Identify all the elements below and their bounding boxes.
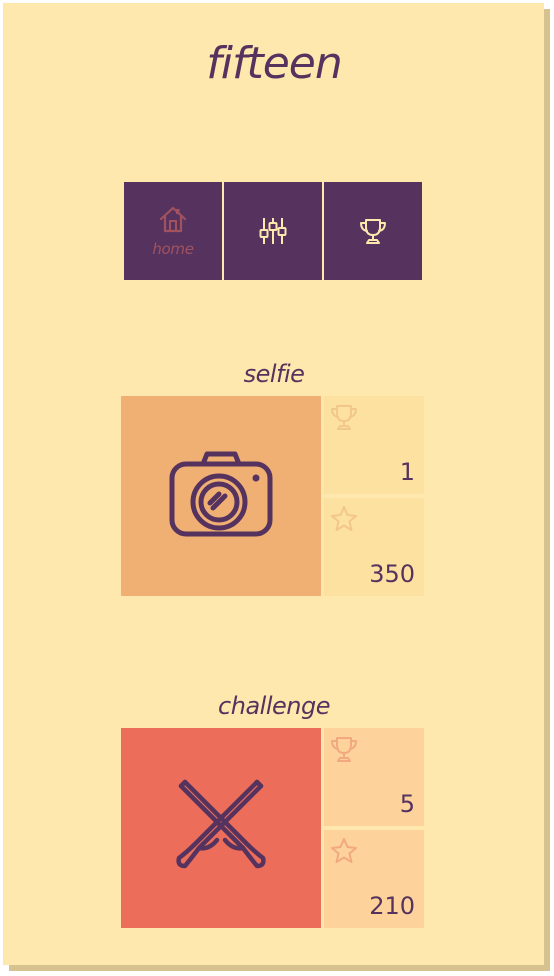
trophy-icon [358,216,388,246]
selfie-trophies-stat: 1 [324,396,424,494]
mode-title-challenge: challenge [218,692,330,720]
star-outline-icon [329,504,359,538]
mode-selfie: 1 350 [121,396,424,596]
nav-settings-button[interactable] [224,182,322,280]
main-nav: home [124,182,423,280]
challenge-trophies-stat: 5 [324,728,424,826]
mode-title-selfie: selfie [243,360,305,388]
challenge-stars-value: 210 [369,892,415,920]
challenge-stars-stat: 210 [324,830,424,928]
camera-icon [169,450,273,542]
mode-challenge: 5 210 [121,728,424,928]
sliders-icon [257,216,289,246]
nav-trophies-button[interactable] [324,182,422,280]
selfie-play-button[interactable] [121,396,321,596]
crossed-swords-icon [173,778,269,878]
selfie-stars-value: 350 [369,560,415,588]
home-icon [158,204,188,234]
trophy-outline-icon [329,402,359,436]
app-window: fifteen home selfie 1 350 challenge 5 21… [0,0,554,976]
selfie-stars-stat: 350 [324,498,424,596]
app-title: fifteen [206,38,342,89]
nav-home-button[interactable]: home [124,182,222,280]
challenge-play-button[interactable] [121,728,321,928]
trophy-outline-icon [329,734,359,768]
challenge-trophies-value: 5 [399,790,415,818]
nav-home-label: home [152,240,194,258]
star-outline-icon [329,836,359,870]
selfie-trophies-value: 1 [399,458,415,486]
